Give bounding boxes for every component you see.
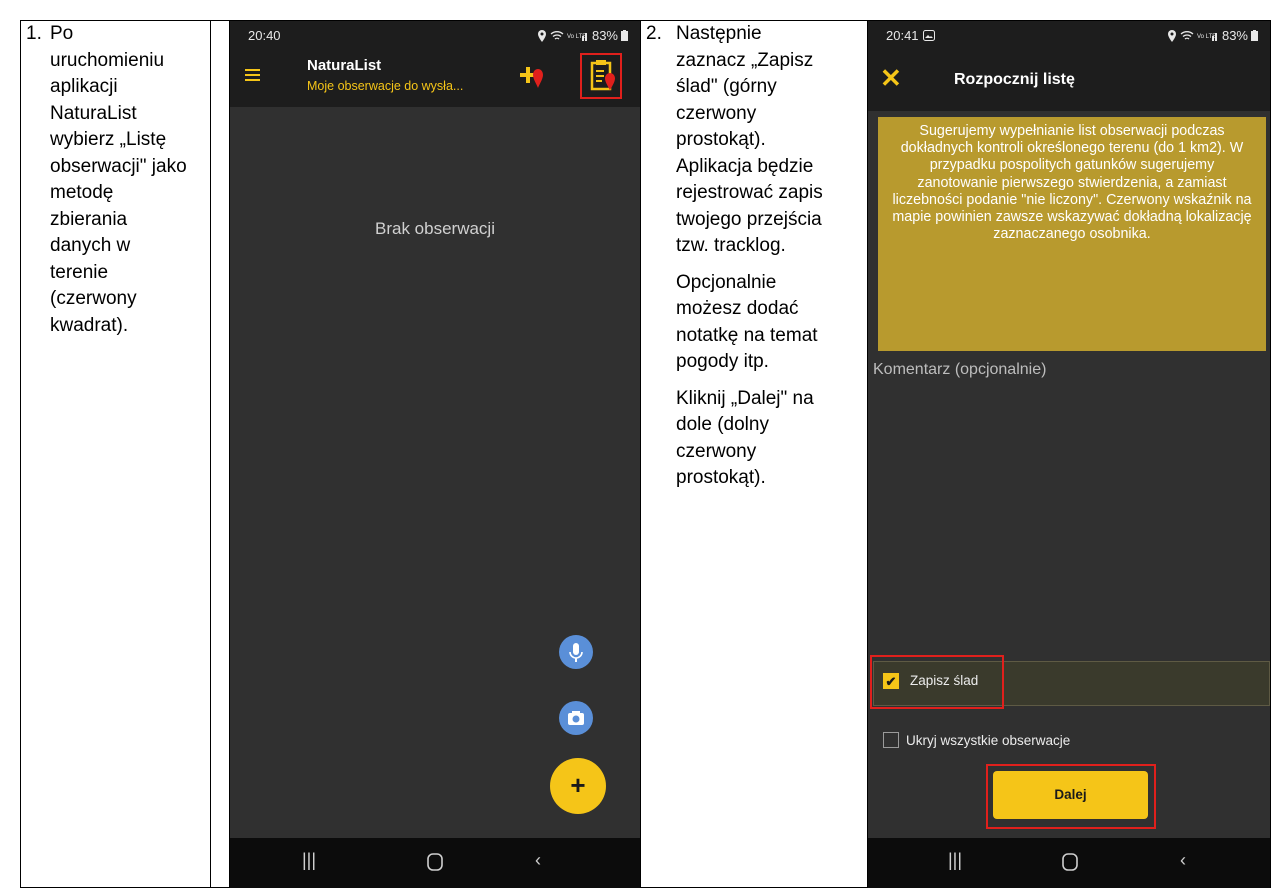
status-icons: Vo LTE 83% — [1167, 28, 1258, 43]
text-line: wybierz „Listę — [50, 129, 167, 150]
camera-button[interactable] — [559, 701, 593, 735]
text-line: danych w — [50, 235, 131, 256]
text-line: czerwony — [676, 102, 757, 124]
status-time-text: 20:41 — [886, 28, 919, 43]
text-line: Kliknij „Dalej" na — [676, 387, 814, 409]
text-line: kwadrat). — [50, 314, 129, 336]
text-line: Po — [50, 23, 74, 44]
phone-screenshot-start-list: 20:41 Vo LTE 83% ✕ Rozpocznij listę Suge… — [868, 21, 1270, 888]
text-line: rejestrować zapis — [676, 182, 823, 203]
info-banner: Sugerujemy wypełnianie list obserwacji p… — [878, 117, 1266, 351]
text-line: zaznacz „Zapisz — [676, 49, 814, 71]
paragraph: Następnie zaznacz „Zapisz ślad" (górny c… — [676, 21, 867, 260]
text-line: uruchomieniu — [50, 49, 165, 71]
text-line: zbierania — [50, 208, 128, 230]
text-line: metodę — [50, 182, 114, 203]
text-line: pogody itp. — [676, 351, 769, 372]
text-line: prostokąt). — [676, 467, 766, 488]
observation-list-button[interactable] — [580, 53, 622, 99]
add-button[interactable]: + — [550, 758, 606, 814]
paragraph: Kliknij „Dalej" na dole (dolny czerwony … — [676, 386, 867, 492]
battery-percent: 83% — [1221, 28, 1248, 43]
text-line: tzw. tracklog. — [676, 235, 786, 256]
battery-percent: 83% — [591, 28, 618, 43]
menu-icon[interactable] — [245, 69, 260, 81]
back-icon[interactable]: ‹ — [1180, 850, 1186, 871]
text-line: (czerwony — [50, 288, 137, 309]
app-bar: ✕ Rozpocznij listę — [868, 49, 1270, 111]
back-icon[interactable]: ‹ — [535, 850, 541, 871]
camera-icon — [568, 711, 584, 725]
home-icon[interactable] — [427, 853, 443, 871]
home-icon[interactable] — [1062, 853, 1078, 871]
battery-icon — [1251, 30, 1258, 41]
text-line: czerwony — [676, 440, 757, 462]
wifi-icon — [1180, 31, 1194, 40]
text-line: Następnie — [676, 23, 762, 44]
wifi-icon — [550, 31, 564, 40]
recent-apps-icon[interactable]: ||| — [302, 850, 316, 871]
text-line: terenie — [50, 261, 109, 283]
text-line: Aplikacja będzie — [676, 155, 814, 177]
list-icon — [590, 60, 615, 91]
text-line: aplikacji — [50, 76, 118, 97]
system-nav-bar: ||| ‹ — [868, 838, 1270, 888]
status-icons: Vo LTE 83% — [537, 28, 628, 43]
voice-button[interactable] — [559, 635, 593, 669]
step-number: 1. — [26, 23, 42, 44]
hide-observations-label: Ukryj wszystkie obserwacje — [906, 733, 1071, 748]
signal-icon: Vo LTE — [1197, 33, 1217, 41]
text-line: NaturaList — [50, 102, 137, 124]
status-bar: 20:41 Vo LTE 83% — [868, 21, 1270, 49]
location-icon — [537, 29, 546, 42]
add-observation-icon[interactable] — [518, 63, 544, 89]
text-line: notatkę na temat — [676, 324, 818, 346]
next-button[interactable]: Dalej — [993, 771, 1148, 819]
app-bar: NaturaList Moje obserwacje do wysła... — [230, 49, 640, 107]
close-icon[interactable]: ✕ — [880, 63, 902, 94]
text-line: twojego przejścia — [676, 208, 822, 230]
recent-apps-icon[interactable]: ||| — [948, 850, 962, 871]
paragraph: Opcjonalnie możesz dodać notatkę na tema… — [676, 270, 867, 376]
text-line: dole (dolny — [676, 414, 769, 435]
text-line: Opcjonalnie — [676, 271, 777, 293]
step-1-instructions: 1. Po uruchomieniu aplikacji NaturaList … — [26, 21, 210, 339]
comment-input[interactable]: Komentarz (opcjonalnie) — [873, 361, 1046, 379]
status-time: 20:40 — [248, 28, 281, 43]
text-line: ślad" (górny — [676, 76, 777, 97]
status-bar: 20:40 Vo LTE 83% — [230, 21, 640, 49]
location-icon — [1167, 29, 1176, 42]
column-divider — [210, 20, 211, 888]
text-line: możesz dodać — [676, 298, 799, 319]
text-line: prostokąt). — [676, 129, 766, 150]
signal-icon: Vo LTE — [567, 33, 587, 41]
app-title: NaturaList — [307, 57, 382, 74]
battery-icon — [621, 30, 628, 41]
phone-screenshot-list-view: 20:40 Vo LTE 83% NaturaList Moje obserwa… — [230, 21, 640, 888]
screen-title: Rozpocznij listę — [954, 71, 1075, 88]
highlight-box — [870, 655, 1004, 709]
mic-icon — [569, 643, 583, 662]
hide-observations-checkbox[interactable] — [883, 732, 899, 748]
step-number: 2. — [646, 23, 662, 44]
column-divider — [640, 20, 641, 888]
gallery-icon — [922, 30, 935, 41]
status-time: 20:41 — [886, 28, 935, 43]
empty-state-text: Brak obserwacji — [375, 219, 495, 238]
system-nav-bar: ||| ‹ — [230, 838, 640, 888]
text-line: obserwacji" jako — [50, 155, 187, 177]
step-2-instructions: 2. Następnie zaznacz „Zapisz ślad" (górn… — [646, 21, 867, 502]
app-subtitle: Moje obserwacje do wysła... — [307, 79, 464, 93]
